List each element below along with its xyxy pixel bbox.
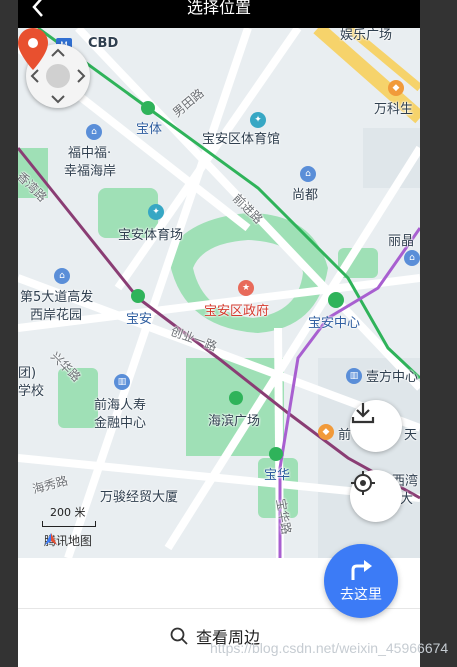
- map-label: 万科生: [374, 102, 414, 117]
- map-logo: 腾讯地图: [44, 532, 92, 549]
- map-label: 娱乐广场: [340, 28, 393, 43]
- map-label: 万骏经贸大厦: [100, 490, 179, 505]
- map-label: 金融中心: [94, 416, 147, 431]
- go-here-label: 去这里: [340, 587, 382, 603]
- go-here-button[interactable]: 去这里: [324, 544, 398, 618]
- map-label: 宝安体育场: [118, 228, 184, 243]
- search-icon: [170, 627, 188, 645]
- map-label: 壹方中心: [366, 370, 419, 385]
- map-label: 福中福·: [68, 146, 112, 161]
- map-label: 团): [18, 366, 37, 381]
- building-icon[interactable]: ▥: [346, 368, 362, 384]
- right-backdrop: [420, 0, 457, 667]
- map-label: 学校: [18, 384, 45, 399]
- shop-icon[interactable]: ◆: [318, 424, 334, 440]
- map-label: CBD: [88, 36, 119, 51]
- sports-icon[interactable]: ✦: [250, 112, 266, 128]
- scale-bar: [42, 521, 96, 527]
- location-pin-icon[interactable]: [18, 28, 48, 70]
- map-label: 幸福海岸: [64, 164, 117, 179]
- residence-icon[interactable]: ⌂: [404, 250, 420, 266]
- watermark: https://blog.csdn.net/weixin_45966674: [210, 640, 449, 656]
- map-label: 宝安区政府: [204, 304, 270, 319]
- map-label: 宝体: [136, 122, 163, 137]
- scale-label: 200 米: [50, 506, 86, 519]
- title-bar: 选择位置: [18, 0, 420, 28]
- map-label: 宝华: [264, 468, 291, 483]
- map-label: 宝安区体育馆: [202, 132, 281, 147]
- residence-icon[interactable]: ⌂: [300, 166, 316, 182]
- map-label: 丽晶: [388, 234, 415, 249]
- phone-screen: 选择位置 娱乐广场 CBD 万科生 男田路 宝体 宝安区体育馆 福中福· 幸福海…: [18, 0, 420, 667]
- map-label: 西岸花园: [30, 308, 83, 323]
- shop-icon[interactable]: ◆: [388, 80, 404, 96]
- locate-button[interactable]: [350, 470, 402, 522]
- map-label: 海滨广场: [208, 414, 261, 429]
- map-view[interactable]: 娱乐广场 CBD 万科生 男田路 宝体 宝安区体育馆 福中福· 幸福海岸 尚都 …: [18, 28, 420, 558]
- map-label: 尚都: [292, 188, 319, 203]
- map-label: 第5大道高发: [20, 290, 94, 305]
- map-scale: 200 米: [42, 504, 96, 527]
- tencent-map-logo-icon: [45, 533, 57, 545]
- map-label: 宝安中心: [308, 316, 361, 331]
- page-title: 选择位置: [186, 0, 251, 17]
- stadium-icon[interactable]: ✦: [148, 204, 164, 220]
- locate-icon: [351, 471, 375, 495]
- government-icon[interactable]: ★: [238, 280, 254, 296]
- map-label: 天: [404, 428, 418, 443]
- residence-icon[interactable]: ⌂: [54, 268, 70, 284]
- map-label: 宝安: [126, 312, 153, 327]
- residence-icon[interactable]: ⌂: [86, 124, 102, 140]
- map-label: 前海人寿: [94, 398, 147, 413]
- turn-right-arrow-icon: [351, 560, 372, 580]
- download-button[interactable]: [350, 400, 402, 452]
- download-icon: [351, 403, 375, 424]
- building-icon[interactable]: ▥: [114, 374, 130, 390]
- left-backdrop: [0, 0, 18, 667]
